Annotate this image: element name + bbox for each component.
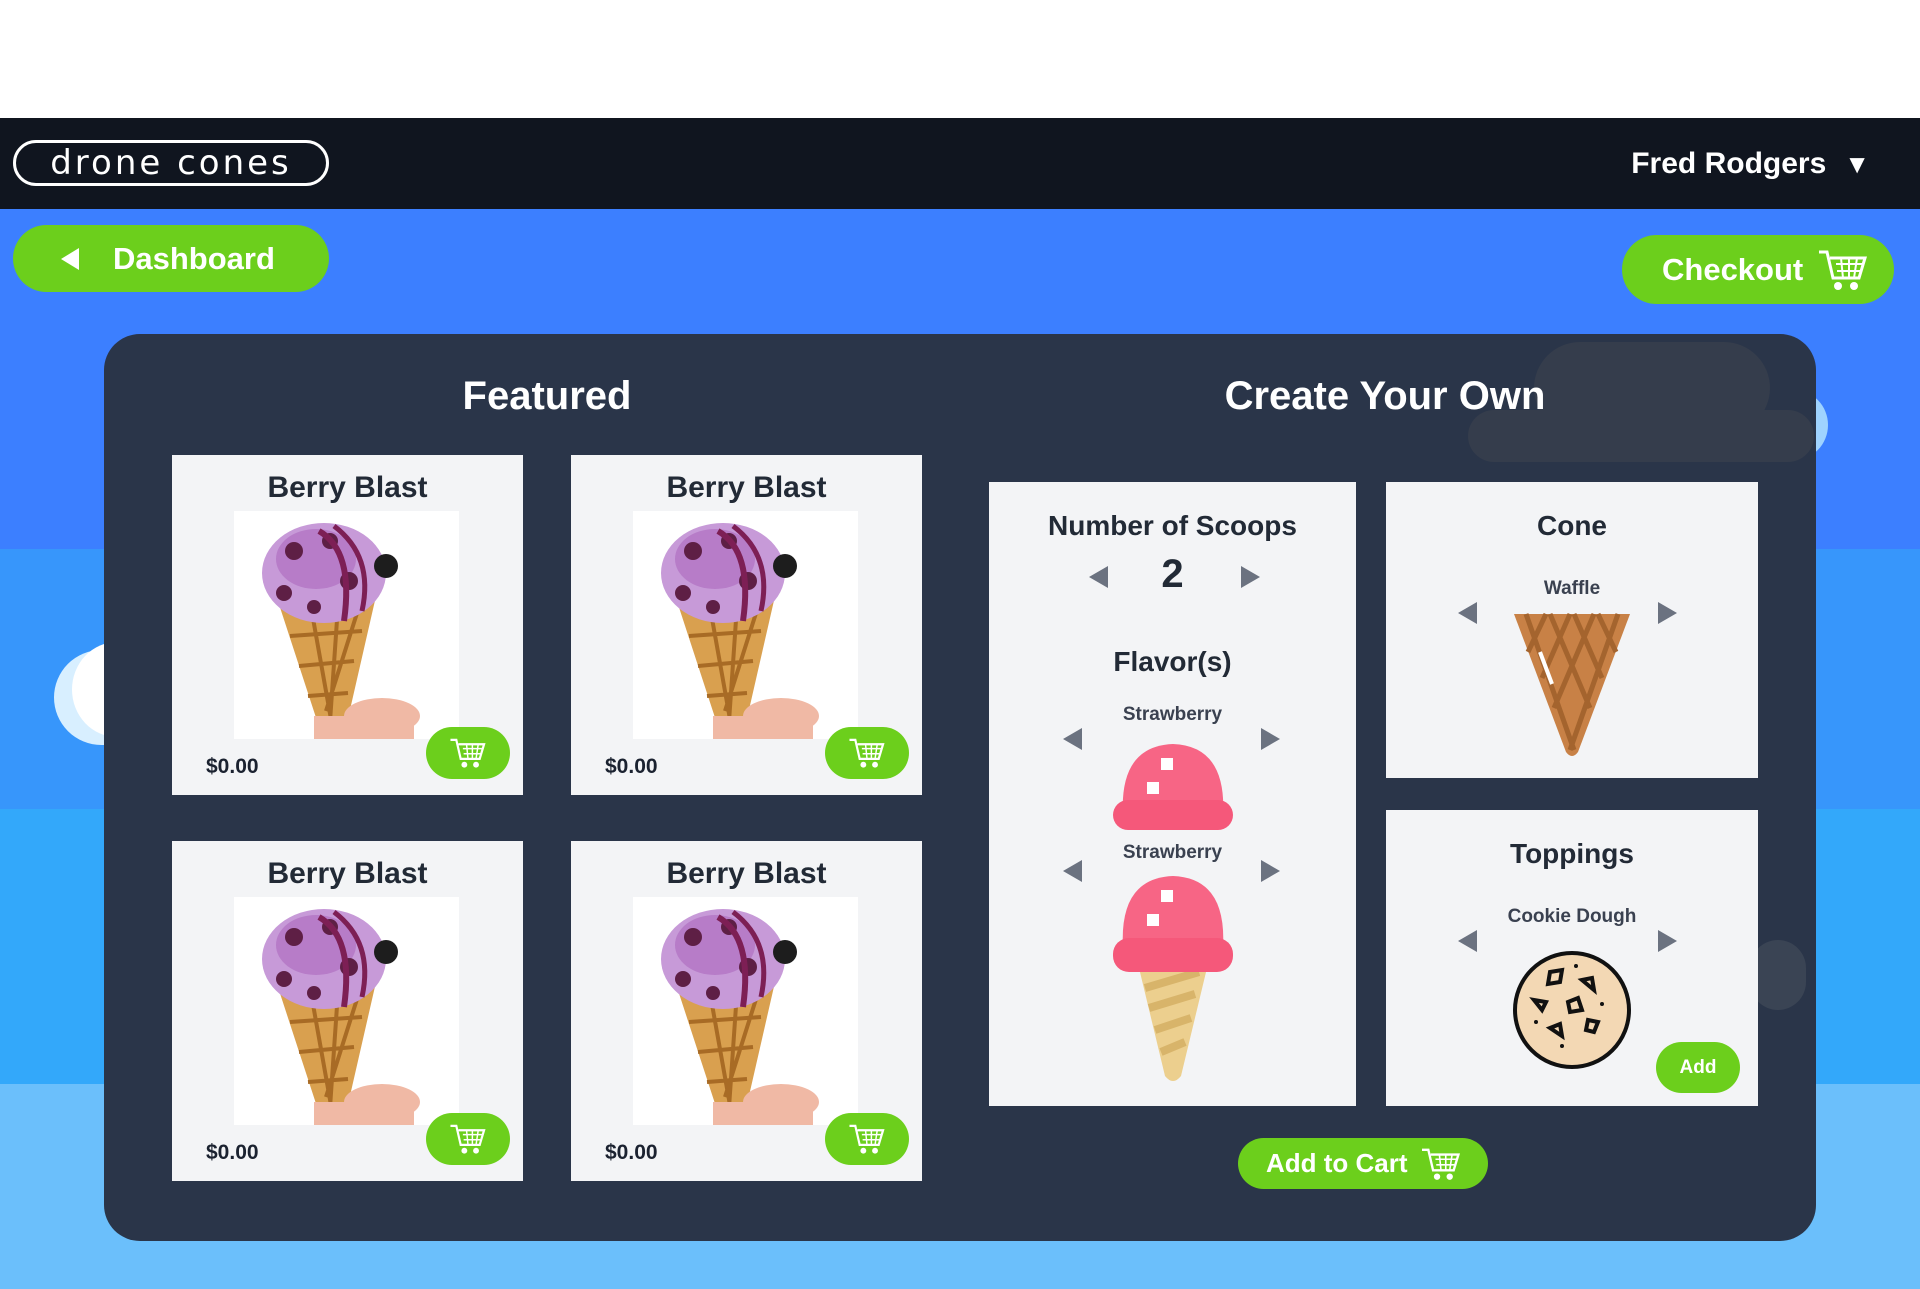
flavors-label: Flavor(s) <box>1113 646 1232 677</box>
product-name: Berry Blast <box>666 857 827 890</box>
flavor-1-prev-arrow[interactable] <box>1063 728 1082 750</box>
berry-blast-image <box>633 897 858 1125</box>
flavor-2-prev-arrow[interactable] <box>1063 860 1082 882</box>
cart-icon <box>450 1124 486 1154</box>
create-your-own-title: Create Your Own <box>1224 374 1546 418</box>
product-name: Berry Blast <box>666 471 827 504</box>
add-to-cart-button[interactable] <box>426 1113 510 1165</box>
topping-next-arrow[interactable] <box>1658 930 1677 952</box>
user-name: Fred Rodgers <box>1631 147 1827 180</box>
cart-icon <box>1421 1148 1460 1180</box>
add-topping-button[interactable]: Add <box>1656 1042 1740 1093</box>
strawberry-scoop-icon <box>1113 744 1233 830</box>
add-to-cart-button[interactable] <box>825 727 909 779</box>
add-to-cart-button[interactable] <box>825 1113 909 1165</box>
dropdown-caret-icon: ▼ <box>1844 148 1870 179</box>
cloud-decoration <box>1750 940 1806 1010</box>
topping-prev-arrow[interactable] <box>1458 930 1477 952</box>
strawberry-cone-icon <box>1113 876 1233 1081</box>
flavor-1-name: Strawberry <box>1122 704 1223 725</box>
scoops-count: 2 <box>1161 552 1184 596</box>
featured-card[interactable]: Berry Blast $0.00 <box>172 455 523 795</box>
cookie-dough-icon <box>1513 951 1631 1069</box>
cone-panel: Cone Waffle <box>1386 482 1758 778</box>
waffle-cone-icon <box>1514 612 1630 756</box>
dashboard-label: Dashboard <box>113 240 275 276</box>
drone-cones-logo[interactable]: drone cones <box>13 140 329 186</box>
featured-card[interactable]: Berry Blast $0.00 <box>172 841 523 1181</box>
topping-name: Cookie Dough <box>1507 906 1637 927</box>
toppings-label: Toppings <box>1510 838 1634 869</box>
add-to-cart-button[interactable]: Add to Cart <box>1238 1138 1488 1189</box>
product-price: $0.00 <box>206 755 259 778</box>
featured-card[interactable]: Berry Blast $0.00 <box>571 455 922 795</box>
number-of-scoops-label: Number of Scoops <box>1048 510 1297 541</box>
product-price: $0.00 <box>605 1141 658 1164</box>
product-price: $0.00 <box>206 1141 259 1164</box>
user-menu[interactable]: Fred Rodgers ▼ <box>1631 140 1870 188</box>
toppings-panel: Toppings Cookie Dough Add <box>1386 810 1758 1106</box>
cone-prev-arrow[interactable] <box>1458 602 1477 624</box>
cart-icon <box>1819 250 1868 290</box>
product-name: Berry Blast <box>267 471 428 504</box>
berry-blast-image <box>234 511 459 739</box>
add-to-cart-label: Add to Cart <box>1266 1148 1408 1178</box>
berry-blast-image <box>234 897 459 1125</box>
flavor-2-next-arrow[interactable] <box>1261 860 1280 882</box>
flavor-1-next-arrow[interactable] <box>1261 728 1280 750</box>
cone-type: Waffle <box>1543 578 1601 599</box>
checkout-button[interactable]: Checkout <box>1622 235 1894 304</box>
add-to-cart-button[interactable] <box>426 727 510 779</box>
cart-icon <box>450 738 486 768</box>
featured-card[interactable]: Berry Blast $0.00 <box>571 841 922 1181</box>
cone-label: Cone <box>1537 510 1607 541</box>
cone-next-arrow[interactable] <box>1658 602 1677 624</box>
berry-blast-image <box>633 511 858 739</box>
cart-icon <box>849 1124 885 1154</box>
scoops-flavors-panel: Number of Scoops 2 Flavor(s) Strawberry … <box>989 482 1356 1106</box>
back-arrow-icon <box>61 247 79 270</box>
checkout-label: Checkout <box>1662 251 1804 287</box>
cart-icon <box>849 738 885 768</box>
dashboard-button[interactable]: Dashboard <box>13 225 329 292</box>
featured-title: Featured <box>462 374 632 418</box>
flavor-2-name: Strawberry <box>1122 842 1223 863</box>
product-price: $0.00 <box>605 755 658 778</box>
product-name: Berry Blast <box>267 857 428 890</box>
scoops-increase-arrow[interactable] <box>1241 566 1260 588</box>
